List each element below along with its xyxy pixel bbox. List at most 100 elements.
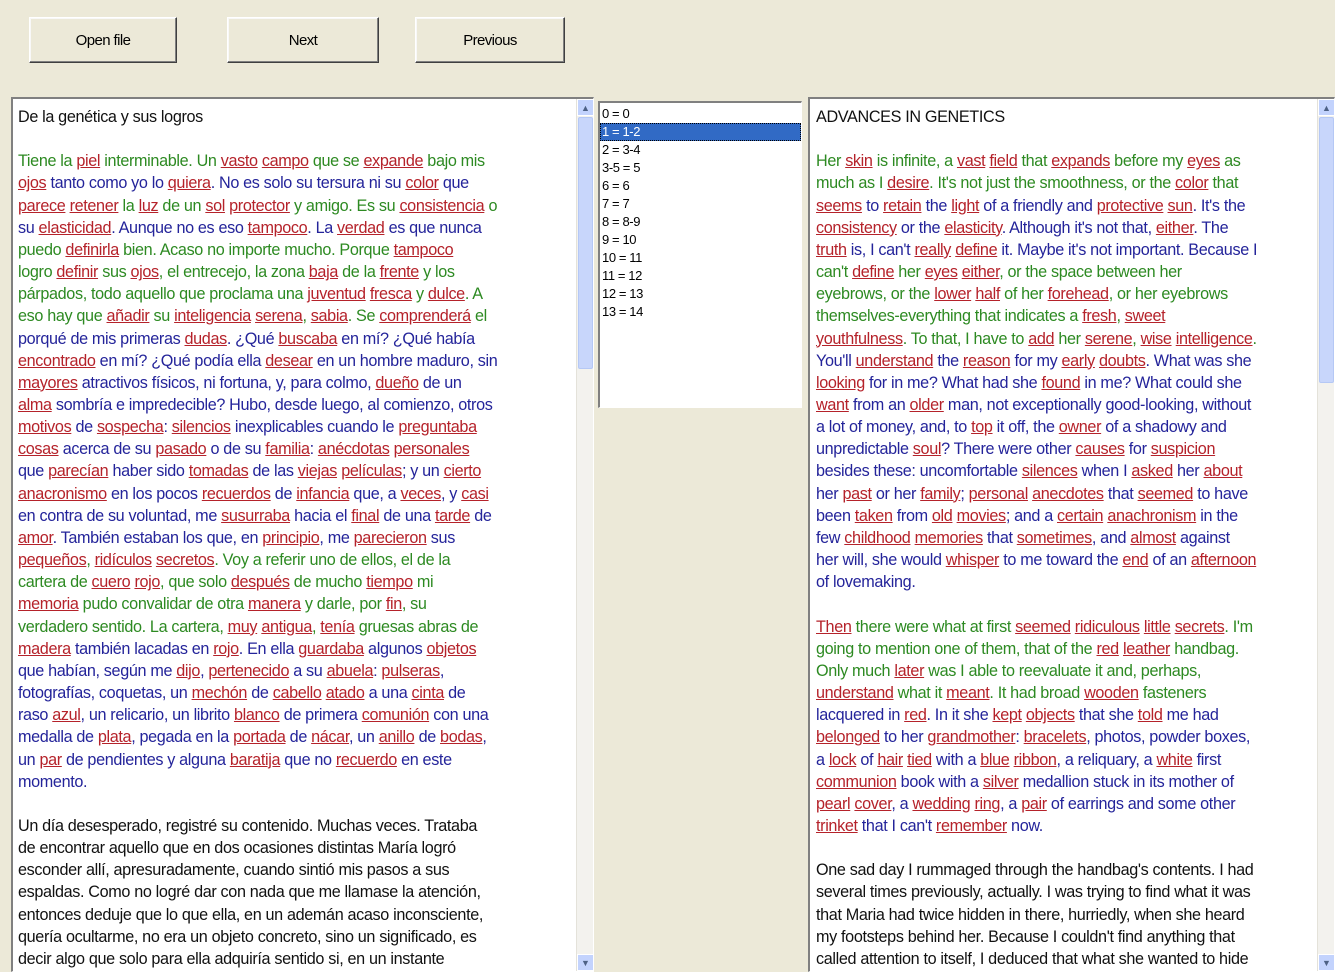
linked-word[interactable]: sospecha bbox=[97, 418, 164, 436]
linked-word[interactable]: elasticity bbox=[944, 219, 1002, 237]
spanish-text-pane[interactable]: De la genética y sus logros Tiene la piel… bbox=[11, 97, 594, 972]
linked-word[interactable]: red bbox=[1096, 640, 1119, 658]
linked-word[interactable]: understand bbox=[816, 684, 894, 702]
linked-word[interactable]: meant bbox=[946, 684, 990, 702]
linked-word[interactable]: definir bbox=[56, 263, 98, 281]
linked-word[interactable]: soul bbox=[913, 440, 942, 458]
linked-word[interactable]: infancia bbox=[296, 485, 349, 503]
linked-word[interactable]: tampoco bbox=[394, 241, 454, 259]
linked-word[interactable]: frente bbox=[380, 263, 420, 281]
linked-word[interactable]: vasto bbox=[221, 152, 258, 170]
linked-word[interactable]: tenía bbox=[320, 618, 355, 636]
linked-word[interactable]: definirla bbox=[65, 241, 119, 259]
linked-word[interactable]: seemed bbox=[1138, 485, 1194, 503]
mapping-item[interactable]: 9 = 10 bbox=[600, 231, 801, 249]
linked-word[interactable]: memoria bbox=[18, 595, 79, 613]
linked-word[interactable]: about bbox=[1204, 462, 1243, 480]
linked-word[interactable]: serena bbox=[255, 307, 303, 325]
linked-word[interactable]: sometimes bbox=[1017, 529, 1092, 547]
mapping-item[interactable]: 0 = 0 bbox=[600, 105, 801, 123]
linked-word[interactable]: sol bbox=[205, 197, 225, 215]
linked-word[interactable]: buscaba bbox=[278, 330, 337, 348]
linked-word[interactable]: motivos bbox=[18, 418, 72, 436]
linked-word[interactable]: secretos bbox=[156, 551, 215, 569]
linked-word[interactable]: atado bbox=[326, 684, 365, 702]
linked-word[interactable]: seems bbox=[816, 197, 862, 215]
linked-word[interactable]: expands bbox=[1051, 152, 1110, 170]
linked-word[interactable]: comunión bbox=[362, 706, 430, 724]
linked-word[interactable]: Then bbox=[816, 618, 852, 636]
linked-word[interactable]: forehead bbox=[1048, 285, 1109, 303]
english-text-pane[interactable]: ADVANCES IN GENETICS Her skin is infinite… bbox=[808, 97, 1335, 972]
linked-word[interactable]: lower bbox=[934, 285, 971, 303]
linked-word[interactable]: lock bbox=[829, 751, 857, 769]
previous-button[interactable]: Previous bbox=[415, 17, 565, 63]
linked-word[interactable]: dijo bbox=[176, 662, 200, 680]
linked-word[interactable]: plata bbox=[98, 728, 132, 746]
linked-word[interactable]: really bbox=[914, 241, 951, 259]
linked-word[interactable]: blue bbox=[980, 751, 1010, 769]
linked-word[interactable]: mechón bbox=[192, 684, 248, 702]
linked-word[interactable]: parecían bbox=[48, 462, 109, 480]
linked-word[interactable]: pasado bbox=[155, 440, 206, 458]
linked-word[interactable]: tiempo bbox=[366, 573, 413, 591]
linked-word[interactable]: tarde bbox=[435, 507, 471, 525]
linked-word[interactable]: silver bbox=[983, 773, 1019, 791]
linked-word[interactable]: objetos bbox=[426, 640, 476, 658]
linked-word[interactable]: manera bbox=[248, 595, 301, 613]
linked-word[interactable]: mayores bbox=[18, 374, 78, 392]
linked-word[interactable]: blanco bbox=[234, 706, 280, 724]
linked-word[interactable]: encontrado bbox=[18, 352, 96, 370]
linked-word[interactable]: portada bbox=[233, 728, 286, 746]
linked-word[interactable]: seemed bbox=[1015, 618, 1071, 636]
linked-word[interactable]: intelligence bbox=[1176, 330, 1253, 348]
linked-word[interactable]: add bbox=[1028, 330, 1054, 348]
open-file-button[interactable]: Open file bbox=[29, 17, 177, 63]
scroll-up-arrow-icon[interactable]: ▲ bbox=[577, 99, 593, 116]
linked-word[interactable]: objects bbox=[1026, 706, 1075, 724]
linked-word[interactable]: casi bbox=[461, 485, 489, 503]
linked-word[interactable]: retener bbox=[70, 197, 119, 215]
linked-word[interactable]: ridiculous bbox=[1075, 618, 1140, 636]
linked-word[interactable]: dueño bbox=[375, 374, 419, 392]
linked-word[interactable]: youthfulness bbox=[816, 330, 903, 348]
linked-word[interactable]: half bbox=[975, 285, 1000, 303]
linked-word[interactable]: antigua bbox=[261, 618, 312, 636]
linked-word[interactable]: fresca bbox=[370, 285, 412, 303]
linked-word[interactable]: afternoon bbox=[1191, 551, 1257, 569]
linked-word[interactable]: white bbox=[1156, 751, 1192, 769]
linked-word[interactable]: sweet bbox=[1125, 307, 1166, 325]
linked-word[interactable]: elasticidad bbox=[39, 219, 112, 237]
linked-word[interactable]: inteligencia bbox=[174, 307, 251, 325]
linked-word[interactable]: verdad bbox=[337, 219, 385, 237]
linked-word[interactable]: pequeños bbox=[18, 551, 87, 569]
linked-word[interactable]: fresh bbox=[1082, 307, 1117, 325]
linked-word[interactable]: wooden bbox=[1084, 684, 1139, 702]
linked-word[interactable]: bodas bbox=[440, 728, 483, 746]
linked-word[interactable]: rojo bbox=[134, 573, 160, 591]
linked-word[interactable]: parecieron bbox=[354, 529, 427, 547]
linked-word[interactable]: ojos bbox=[18, 174, 47, 192]
linked-word[interactable]: principio bbox=[262, 529, 319, 547]
spanish-scrollbar[interactable]: ▲ ▼ bbox=[576, 99, 593, 971]
linked-word[interactable]: color bbox=[1175, 174, 1209, 192]
linked-word[interactable]: recuerdos bbox=[202, 485, 271, 503]
linked-word[interactable]: whisper bbox=[946, 551, 1000, 569]
mapping-item[interactable]: 11 = 12 bbox=[600, 267, 801, 285]
linked-word[interactable]: pulseras bbox=[381, 662, 440, 680]
linked-word[interactable]: anécdotas bbox=[318, 440, 390, 458]
linked-word[interactable]: ridículos bbox=[95, 551, 152, 569]
mapping-item[interactable]: 1 = 1-2 bbox=[600, 123, 801, 141]
linked-word[interactable]: ojos bbox=[130, 263, 159, 281]
linked-word[interactable]: cabello bbox=[273, 684, 322, 702]
linked-word[interactable]: hair bbox=[877, 751, 903, 769]
english-scrollbar[interactable]: ▲ ▼ bbox=[1317, 99, 1334, 971]
linked-word[interactable]: suspicion bbox=[1151, 440, 1216, 458]
linked-word[interactable]: dulce bbox=[428, 285, 465, 303]
linked-word[interactable]: ribbon bbox=[1014, 751, 1057, 769]
scrollbar-thumb[interactable] bbox=[1319, 117, 1334, 383]
linked-word[interactable]: define bbox=[852, 263, 894, 281]
linked-word[interactable]: silences bbox=[1022, 462, 1078, 480]
linked-word[interactable]: anacronismo bbox=[18, 485, 107, 503]
linked-word[interactable]: cosas bbox=[18, 440, 59, 458]
